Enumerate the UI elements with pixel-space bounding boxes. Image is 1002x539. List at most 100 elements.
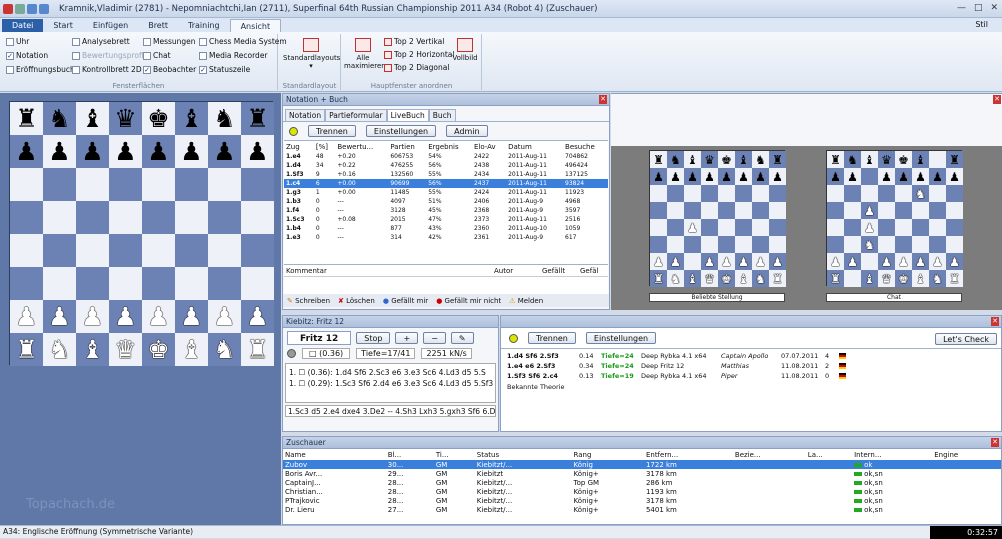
board-square[interactable]: ♟ <box>827 168 844 185</box>
checkbox-beobachter[interactable]: ✓ Beobachter <box>143 65 196 74</box>
board-square[interactable]: ♛ <box>109 102 142 135</box>
trennen-button[interactable]: Trennen <box>528 332 576 344</box>
board-square[interactable] <box>827 236 844 253</box>
chess-piece-icon[interactable]: ♜ <box>830 273 841 285</box>
checkbox-chat[interactable]: Chat <box>143 51 171 60</box>
chess-piece-icon[interactable]: ♚ <box>147 337 169 362</box>
book-row[interactable]: 1.e4 48 +0.20 606753 54% 2422 2011-Aug-11 70486… <box>284 152 608 161</box>
chess-piece-icon[interactable]: ♟ <box>755 171 766 183</box>
board-square[interactable]: ♝ <box>912 270 929 287</box>
board-square[interactable]: ♛ <box>109 333 142 366</box>
spectator-column-header[interactable]: La... <box>806 449 852 460</box>
chess-piece-icon[interactable]: ♞ <box>755 154 766 166</box>
book-row[interactable]: 1.d4 34 +0.22 476255 56% 2438 2011-Aug-11 49642… <box>284 161 608 170</box>
board-square[interactable] <box>10 267 43 300</box>
spectator-column-header[interactable]: Name <box>283 449 386 460</box>
board-square[interactable] <box>735 185 752 202</box>
board-square[interactable]: ♟ <box>667 253 684 270</box>
chess-piece-icon[interactable]: ♛ <box>704 154 715 166</box>
chess-piece-icon[interactable]: ♞ <box>755 273 766 285</box>
board-square[interactable]: ♟ <box>241 135 274 168</box>
board-square[interactable] <box>827 219 844 236</box>
book-row[interactable]: 1.g3 1 +0.00 11485 55% 2424 2011-Aug-11 11923 <box>284 188 608 197</box>
einstellungen-button[interactable]: Einstellungen <box>585 332 657 344</box>
board-square[interactable] <box>769 219 786 236</box>
board-square[interactable] <box>946 202 963 219</box>
board-square[interactable]: ♟ <box>10 135 43 168</box>
spectator-column-header[interactable]: Intern... <box>852 449 932 460</box>
board-square[interactable] <box>718 202 735 219</box>
board-square[interactable] <box>208 201 241 234</box>
chess-piece-icon[interactable]: ♟ <box>830 171 841 183</box>
board-square[interactable]: ♟ <box>684 219 701 236</box>
board-square[interactable]: ♝ <box>684 270 701 287</box>
board-square[interactable]: ♟ <box>718 253 735 270</box>
chess-piece-icon[interactable]: ♟ <box>147 139 169 164</box>
board-square[interactable] <box>752 236 769 253</box>
checkbox-eroeffnungsbuch[interactable]: Eröffnungsbuch <box>6 65 75 74</box>
board-square[interactable]: ♝ <box>175 102 208 135</box>
board-square[interactable] <box>735 202 752 219</box>
book-column-header[interactable]: Ergebnis <box>426 141 472 152</box>
board-square[interactable]: ♚ <box>718 151 735 168</box>
board-square[interactable] <box>10 201 43 234</box>
chess-piece-icon[interactable]: ♟ <box>932 171 943 183</box>
board-square[interactable]: ♝ <box>861 270 878 287</box>
board-square[interactable]: ♜ <box>769 151 786 168</box>
board-square[interactable] <box>43 201 76 234</box>
board-square[interactable] <box>76 234 109 267</box>
chess-piece-icon[interactable]: ♟ <box>213 304 235 329</box>
close-icon[interactable]: ✕ <box>990 3 998 13</box>
board-square[interactable]: ♟ <box>684 168 701 185</box>
board-square[interactable]: ♜ <box>10 102 43 135</box>
close-icon[interactable]: ✕ <box>993 95 1001 104</box>
chess-piece-icon[interactable]: ♝ <box>915 273 926 285</box>
board-square[interactable] <box>701 236 718 253</box>
board-square[interactable] <box>844 236 861 253</box>
chess-piece-icon[interactable]: ♝ <box>864 154 875 166</box>
board-square[interactable]: ♜ <box>10 333 43 366</box>
chess-piece-icon[interactable]: ♝ <box>738 154 749 166</box>
chess-piece-icon[interactable]: ♝ <box>915 154 926 166</box>
chess-piece-icon[interactable]: ♟ <box>704 256 715 268</box>
board-square[interactable] <box>241 267 274 300</box>
letscheck-row[interactable]: 1.d4 Sf6 2.Sf3 0.14 Tiefe=24 Deep Rybka 4.1… <box>507 351 995 361</box>
board-square[interactable]: ♟ <box>76 300 109 333</box>
melden-button[interactable]: ⚠ Melden <box>509 297 543 305</box>
board-square[interactable] <box>109 201 142 234</box>
chess-piece-icon[interactable]: ♟ <box>114 304 136 329</box>
board-square[interactable] <box>769 236 786 253</box>
chess-piece-icon[interactable]: ♚ <box>721 154 732 166</box>
board-square[interactable] <box>752 202 769 219</box>
board-square[interactable]: ♞ <box>43 333 76 366</box>
board-square[interactable] <box>76 168 109 201</box>
board-square[interactable] <box>929 151 946 168</box>
tab-start[interactable]: Start <box>43 19 83 32</box>
book-column-header[interactable]: Zug <box>284 141 314 152</box>
chess-piece-icon[interactable]: ♜ <box>772 154 783 166</box>
checkbox-uhr[interactable]: Uhr <box>6 37 29 46</box>
mini-board-chat[interactable]: ♜ ♞ ♝ ♛ ♚ ♝ ♜ ♟ ♟ ♟ ♟ ♟ ♟ ♟ ♞ ♟ ♟ ♞ ♟ ♟ ♟ ♟ ♟ ♟ ♟ ♜ ♝ ♛ ♚ ♝ ♞ ♜ <box>826 150 963 287</box>
board-square[interactable] <box>895 185 912 202</box>
board-square[interactable] <box>861 185 878 202</box>
board-square[interactable]: ♟ <box>650 253 667 270</box>
board-square[interactable]: ♟ <box>10 300 43 333</box>
chess-piece-icon[interactable]: ♟ <box>246 304 268 329</box>
board-square[interactable] <box>929 202 946 219</box>
board-square[interactable]: ♞ <box>752 270 769 287</box>
letscheck-row[interactable]: 1.Sf3 Sf6 2.c4 0.13 Tiefe=19 Deep Rybka 4.1… <box>507 371 995 381</box>
board-square[interactable] <box>844 270 861 287</box>
chess-piece-icon[interactable]: ♟ <box>847 256 858 268</box>
board-square[interactable] <box>241 168 274 201</box>
chess-piece-icon[interactable]: ♛ <box>881 273 892 285</box>
board-square[interactable] <box>878 219 895 236</box>
spectator-column-header[interactable]: Engine <box>932 449 1001 460</box>
board-square[interactable] <box>241 201 274 234</box>
chess-piece-icon[interactable]: ♟ <box>881 256 892 268</box>
board-square[interactable]: ♜ <box>827 270 844 287</box>
chess-piece-icon[interactable]: ♟ <box>704 171 715 183</box>
spectator-row[interactable]: Zubov 30... GM Kiebitzt/... König 1722 km ok <box>283 460 1001 469</box>
chess-piece-icon[interactable]: ♟ <box>15 304 37 329</box>
tab-einfuegen[interactable]: Einfügen <box>83 19 138 32</box>
chess-piece-icon[interactable]: ♟ <box>830 256 841 268</box>
